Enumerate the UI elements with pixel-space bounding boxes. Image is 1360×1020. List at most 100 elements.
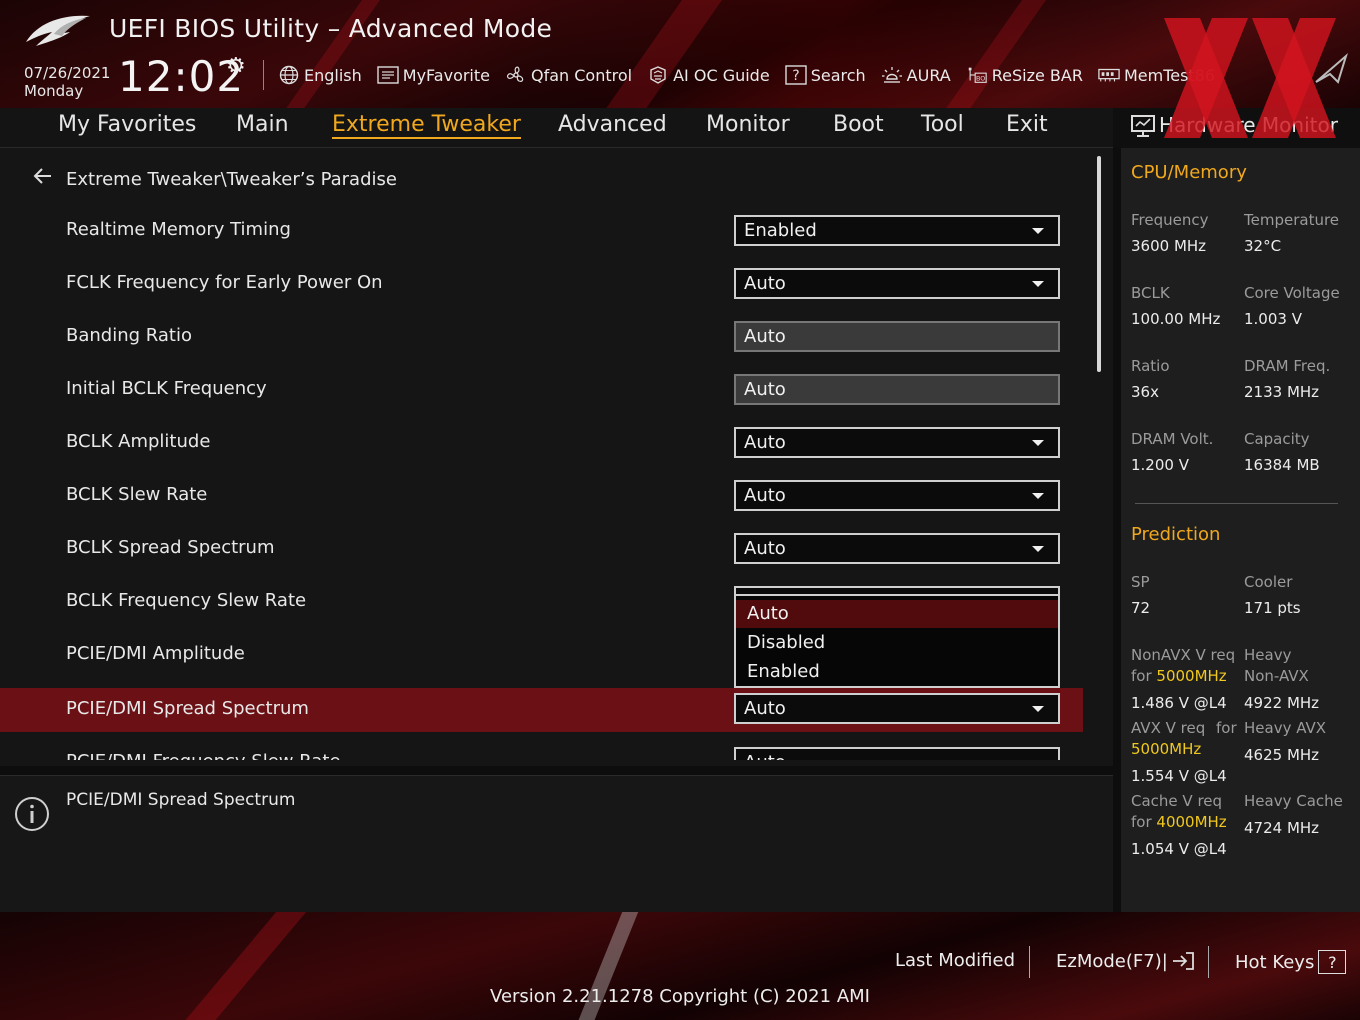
hw-label: Heavy xyxy=(1244,646,1292,664)
setting-dropdown[interactable]: Auto xyxy=(734,268,1060,299)
search-icon: ? xyxy=(784,65,807,85)
weekday-text: Monday xyxy=(24,82,84,100)
toolbar-resize-bar-button[interactable]: BO ReSize BAR xyxy=(966,65,1083,85)
caret-down-icon xyxy=(1032,706,1044,712)
toolbar-label: ReSize BAR xyxy=(991,65,1083,85)
hw-value: 171 pts xyxy=(1244,599,1301,617)
footer-label: Hot Keys xyxy=(1235,951,1315,973)
back-arrow-icon[interactable] xyxy=(32,166,56,192)
hw-value: 4724 MHz xyxy=(1244,819,1320,837)
rog-logo-icon xyxy=(26,15,90,46)
setting-dropdown[interactable]: Auto xyxy=(734,533,1060,564)
toolbar-search-button[interactable]: ? Search xyxy=(784,65,866,85)
aura-light-icon xyxy=(881,65,903,85)
hw-label-prefix: for xyxy=(1131,667,1157,685)
hw-label: Heavy AVX xyxy=(1244,719,1327,737)
hw-value: 72 xyxy=(1131,599,1151,617)
hw-value: 1.554 V @L4 xyxy=(1131,767,1227,785)
setting-dropdown[interactable]: Auto xyxy=(734,427,1060,458)
setting-label: Realtime Memory Timing xyxy=(66,219,291,240)
setting-label: Banding Ratio xyxy=(66,325,192,346)
setting-row-bclk-spread-spectrum[interactable]: BCLK Spread Spectrum Auto xyxy=(0,527,1083,571)
setting-row-initial-bclk-frequency[interactable]: Initial BCLK Frequency Auto xyxy=(0,368,1083,412)
tab-advanced[interactable]: Advanced xyxy=(558,112,667,137)
toolbar-language-button[interactable]: English xyxy=(278,65,362,85)
footer-separator xyxy=(1029,946,1030,978)
dropdown-value: Auto xyxy=(744,485,786,506)
setting-row-bclk-amplitude[interactable]: BCLK Amplitude Auto xyxy=(0,421,1083,465)
tab-main[interactable]: Main xyxy=(236,112,289,137)
header-separator xyxy=(263,60,264,90)
hw-target-frequency: 5000MHz xyxy=(1156,667,1227,685)
hw-label: for 5000MHz xyxy=(1131,666,1227,687)
hw-label: SP xyxy=(1131,573,1150,591)
tab-extreme-tweaker[interactable]: Extreme Tweaker xyxy=(332,112,521,139)
hw-value: 2133 MHz xyxy=(1244,383,1320,401)
toolbar-aura-button[interactable]: AURA xyxy=(881,65,951,85)
hw-label: NonAVX V req xyxy=(1131,646,1236,664)
hw-label: Cooler xyxy=(1244,573,1293,591)
toolbar-label: Qfan Control xyxy=(531,65,633,85)
setting-row-banding-ratio[interactable]: Banding Ratio Auto xyxy=(0,315,1083,359)
toolbar-label: English xyxy=(304,65,362,85)
main-menu-bar: My Favorites Main Extreme Tweaker Advanc… xyxy=(0,108,1113,148)
help-description: PCIE/DMI Spread Spectrum xyxy=(66,790,296,810)
toolbar-myfavorite-button[interactable]: MyFavorite xyxy=(377,65,490,85)
setting-dropdown[interactable]: Enabled xyxy=(734,215,1060,246)
clock-settings-gear-icon[interactable]: ⚙ xyxy=(226,54,246,79)
footer-bar: Last Modified EzMode(F7)| Hot Keys ? Ver… xyxy=(0,912,1360,1020)
setting-dropdown[interactable]: Auto xyxy=(734,693,1060,724)
hw-label: Heavy Cache xyxy=(1244,792,1343,810)
toolbar-label: AI OC Guide xyxy=(673,65,770,85)
exit-arrow-icon xyxy=(1172,952,1194,970)
hw-value: 4922 MHz xyxy=(1244,694,1320,712)
setting-value-field[interactable]: Auto xyxy=(734,321,1060,352)
hw-value: 16384 MB xyxy=(1244,456,1320,474)
caret-down-icon xyxy=(1032,493,1044,499)
svg-text:BO: BO xyxy=(976,75,985,83)
settings-scrollbar[interactable] xyxy=(1097,156,1101,372)
svg-text:?: ? xyxy=(792,68,799,84)
setting-label: BCLK Amplitude xyxy=(66,431,211,452)
tab-monitor[interactable]: Monitor xyxy=(706,112,790,137)
setting-row-fclk-frequency[interactable]: FCLK Frequency for Early Power On Auto xyxy=(0,262,1083,306)
hot-keys-button[interactable]: Hot Keys ? xyxy=(1235,950,1347,974)
hardware-monitor-panel: CPU/Memory Frequency Temperature 3600 MH… xyxy=(1121,148,1360,912)
tab-boot[interactable]: Boot xyxy=(833,112,884,137)
hw-value: 4625 MHz xyxy=(1244,746,1320,764)
hw-label: Temperature xyxy=(1244,211,1340,229)
dropdown-option-enabled[interactable]: Enabled xyxy=(736,658,1058,686)
setting-row-pcie-dmi-spread-spectrum[interactable]: PCIE/DMI Spread Spectrum Auto xyxy=(0,688,1083,732)
setting-row-bclk-slew-rate[interactable]: BCLK Slew Rate Auto xyxy=(0,474,1083,518)
setting-label: FCLK Frequency for Early Power On xyxy=(66,272,383,293)
hw-value: 32°C xyxy=(1244,237,1282,255)
monitor-screen-icon xyxy=(1131,115,1155,137)
background-streak xyxy=(590,0,730,108)
last-modified-button[interactable]: Last Modified xyxy=(895,950,1015,971)
setting-row-realtime-memory-timing[interactable]: Realtime Memory Timing Enabled xyxy=(0,209,1083,253)
fan-icon xyxy=(505,65,527,85)
setting-value-field[interactable]: Auto xyxy=(734,374,1060,405)
version-text: Version 2.21.1278 Copyright (C) 2021 AMI xyxy=(490,986,870,1007)
prediction-section-title: Prediction xyxy=(1131,524,1221,545)
dropdown-option-disabled[interactable]: Disabled xyxy=(736,629,1058,657)
dropdown-value: Enabled xyxy=(744,220,817,241)
toolbar-qfan-control-button[interactable]: Qfan Control xyxy=(505,65,632,85)
hw-target-frequency: 4000MHz xyxy=(1156,813,1227,831)
tab-exit[interactable]: Exit xyxy=(1006,112,1048,137)
tab-my-favorites[interactable]: My Favorites xyxy=(58,112,196,137)
footer-label: EzMode(F7)| xyxy=(1056,950,1168,972)
hw-target-frequency: 5000MHz xyxy=(1131,740,1202,758)
dropdown-option-auto[interactable]: Auto xyxy=(736,600,1058,628)
ezmode-button[interactable]: EzMode(F7)| xyxy=(1056,950,1196,972)
hw-label: Non-AVX xyxy=(1244,667,1309,685)
setting-dropdown[interactable]: Auto xyxy=(734,480,1060,511)
hw-section-divider xyxy=(1135,503,1338,504)
hw-value: 1.200 V xyxy=(1131,456,1189,474)
settings-panel: Extreme Tweaker\Tweaker’s Paradise Realt… xyxy=(0,148,1113,766)
help-panel: PCIE/DMI Spread Spectrum xyxy=(0,775,1113,912)
hw-value: 1.003 V xyxy=(1244,310,1302,328)
toolbar-ai-oc-guide-button[interactable]: AI OC Guide xyxy=(647,65,770,85)
hw-label: DRAM Freq. xyxy=(1244,357,1331,375)
tab-tool[interactable]: Tool xyxy=(921,112,964,137)
